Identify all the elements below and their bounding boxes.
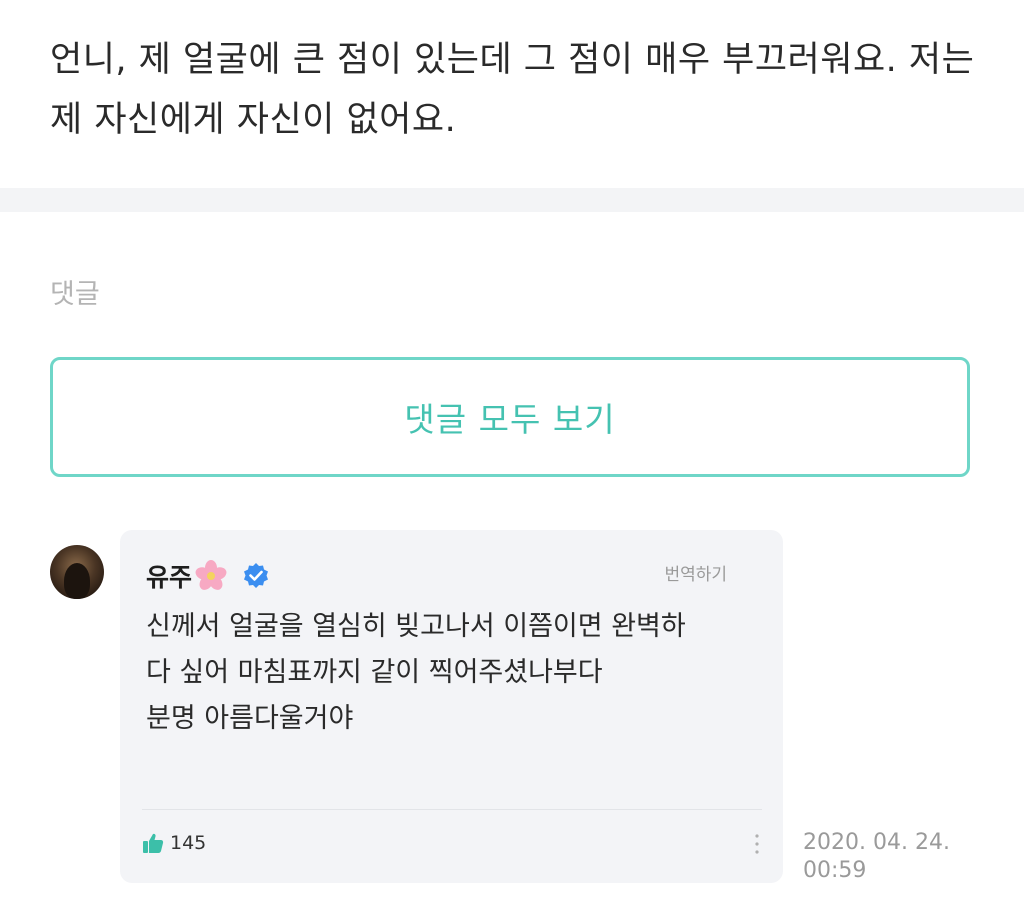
comment-date: 2020. 04. 24. — [803, 830, 950, 855]
comment-time: 00:59 — [803, 858, 867, 883]
comment-line: 분명 아름다울거야 — [146, 703, 354, 734]
comment-timestamp: 2020. 04. 24. 00:59 — [803, 829, 1003, 885]
post-body: 언니, 제 얼굴에 큰 점이 있는데 그 점이 매우 부끄러워요. 저는 제 자… — [50, 40, 975, 140]
cherry-blossom-icon — [195, 560, 227, 590]
translate-link[interactable]: 번역하기 — [664, 560, 727, 585]
comment-author-row: 유주 — [146, 558, 270, 594]
thumbs-up-icon — [143, 833, 164, 853]
card-divider — [142, 809, 762, 810]
comment-card: 유주 번역하기 신께서 얼굴을 열심히 빚고나서 이쯤이면 완벽하 다 싶어 마… — [120, 530, 783, 883]
comments-section-title: 댓글 — [50, 279, 100, 310]
view-all-comments-button[interactable]: 댓글 모두 보기 — [50, 357, 970, 477]
verified-badge-icon — [244, 563, 269, 588]
like-count: 145 — [170, 832, 207, 854]
avatar[interactable] — [50, 545, 104, 599]
like-button[interactable]: 145 — [142, 832, 206, 854]
comment-text: 신께서 얼굴을 열심히 빚고나서 이쯤이면 완벽하 다 싶어 마침표까지 같이 … — [146, 604, 756, 742]
section-divider — [0, 188, 1024, 212]
view-all-comments-label: 댓글 모두 보기 — [404, 400, 616, 439]
more-vertical-icon[interactable] — [753, 832, 761, 856]
comment-author-name[interactable]: 유주 — [146, 558, 192, 594]
comment-line: 신께서 얼굴을 열심히 빚고나서 이쯤이면 완벽하 — [146, 611, 686, 642]
comment-line: 다 싶어 마침표까지 같이 찍어주셨나부다 — [146, 657, 603, 688]
